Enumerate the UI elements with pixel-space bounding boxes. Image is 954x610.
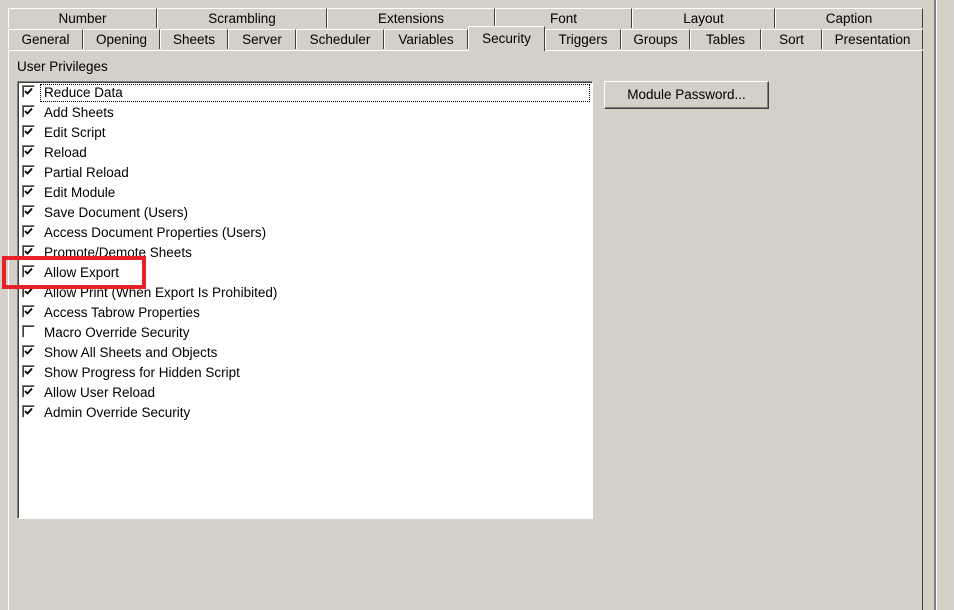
checked-checkbox[interactable] bbox=[22, 405, 35, 418]
privilege-row-allow-export[interactable]: Allow Export bbox=[20, 263, 590, 283]
privilege-label: Access Document Properties (Users) bbox=[44, 225, 267, 240]
privilege-row-promote-demote-sheets[interactable]: Promote/Demote Sheets bbox=[20, 243, 590, 263]
checkmark-icon bbox=[24, 127, 33, 135]
checked-checkbox[interactable] bbox=[22, 285, 35, 298]
privilege-row-save-document[interactable]: Save Document (Users) bbox=[20, 203, 590, 223]
privilege-label: Edit Script bbox=[44, 125, 106, 140]
checkmark-icon bbox=[24, 207, 33, 215]
tab-sheets[interactable]: Sheets bbox=[160, 29, 228, 49]
tab-security[interactable]: Security bbox=[468, 26, 545, 51]
privilege-row-show-all-sheets-and-objects[interactable]: Show All Sheets and Objects bbox=[20, 343, 590, 363]
checkmark-icon bbox=[24, 107, 33, 115]
checkmark-icon bbox=[24, 87, 33, 95]
privilege-row-allow-print[interactable]: Allow Print (When Export Is Prohibited) bbox=[20, 283, 590, 303]
privilege-label: Allow User Reload bbox=[44, 385, 156, 400]
checked-checkbox[interactable] bbox=[22, 305, 35, 318]
privilege-row-macro-override-security[interactable]: Macro Override Security bbox=[20, 323, 590, 343]
checkmark-icon bbox=[24, 367, 33, 375]
user-privileges-list[interactable]: Reduce Data Add Sheets Edit Script Reload Pa… bbox=[17, 81, 593, 519]
checked-checkbox[interactable] bbox=[22, 265, 35, 278]
checked-checkbox[interactable] bbox=[22, 165, 35, 178]
privilege-row-show-progress-hidden-script[interactable]: Show Progress for Hidden Script bbox=[20, 363, 590, 383]
tab-tables[interactable]: Tables bbox=[690, 29, 761, 49]
checked-checkbox[interactable] bbox=[22, 385, 35, 398]
checked-checkbox[interactable] bbox=[22, 365, 35, 378]
tab-sort[interactable]: Sort bbox=[761, 29, 822, 49]
tab-general[interactable]: General bbox=[8, 29, 83, 49]
privilege-row-access-tabrow-properties[interactable]: Access Tabrow Properties bbox=[20, 303, 590, 323]
tab-extensions[interactable]: Extensions bbox=[327, 8, 495, 28]
privilege-label: Promote/Demote Sheets bbox=[44, 245, 192, 260]
privilege-label: Add Sheets bbox=[44, 105, 114, 120]
checkmark-icon bbox=[24, 247, 33, 255]
tab-server[interactable]: Server bbox=[228, 29, 296, 49]
privilege-row-allow-user-reload[interactable]: Allow User Reload bbox=[20, 383, 590, 403]
privilege-focus-area bbox=[40, 264, 590, 282]
module-password-button[interactable]: Module Password... bbox=[604, 81, 769, 109]
privilege-label: Reduce Data bbox=[44, 85, 123, 100]
privilege-label: Show Progress for Hidden Script bbox=[44, 365, 240, 380]
privilege-label: Admin Override Security bbox=[44, 405, 191, 420]
checkmark-icon bbox=[24, 387, 33, 395]
checkmark-icon bbox=[24, 147, 33, 155]
privilege-label: Partial Reload bbox=[44, 165, 129, 180]
tab-opening[interactable]: Opening bbox=[83, 29, 160, 49]
privilege-label: Macro Override Security bbox=[44, 325, 190, 340]
privilege-label: Access Tabrow Properties bbox=[44, 305, 200, 320]
privilege-row-edit-module[interactable]: Edit Module bbox=[20, 183, 590, 203]
checkmark-icon bbox=[24, 407, 33, 415]
checkmark-icon bbox=[24, 347, 33, 355]
tab-groups[interactable]: Groups bbox=[621, 29, 690, 49]
window-edge bbox=[934, 0, 937, 610]
privilege-row-reduce-data[interactable]: Reduce Data bbox=[20, 83, 590, 103]
checked-checkbox[interactable] bbox=[22, 225, 35, 238]
privilege-label: Edit Module bbox=[44, 185, 116, 200]
tab-variables[interactable]: Variables bbox=[384, 29, 468, 49]
tab-number[interactable]: Number bbox=[8, 8, 157, 28]
tab-layout[interactable]: Layout bbox=[632, 8, 775, 28]
privilege-row-reload[interactable]: Reload bbox=[20, 143, 590, 163]
tab-presentation[interactable]: Presentation bbox=[822, 29, 923, 49]
privilege-focus-area bbox=[40, 144, 590, 162]
user-privileges-label: User Privileges bbox=[17, 59, 108, 74]
privilege-label: Save Document (Users) bbox=[44, 205, 189, 220]
tab-font[interactable]: Font bbox=[495, 8, 632, 28]
privilege-label: Reload bbox=[44, 145, 87, 160]
checkmark-icon bbox=[24, 167, 33, 175]
unchecked-checkbox[interactable] bbox=[22, 325, 35, 338]
checkmark-icon bbox=[24, 187, 33, 195]
privilege-row-admin-override-security[interactable]: Admin Override Security bbox=[20, 403, 590, 423]
checked-checkbox[interactable] bbox=[22, 105, 35, 118]
tab-caption[interactable]: Caption bbox=[775, 8, 923, 28]
tab-triggers[interactable]: Triggers bbox=[545, 29, 621, 49]
privilege-label: Show All Sheets and Objects bbox=[44, 345, 218, 360]
tab-scrambling[interactable]: Scrambling bbox=[157, 8, 327, 28]
privilege-row-partial-reload[interactable]: Partial Reload bbox=[20, 163, 590, 183]
privilege-row-add-sheets[interactable]: Add Sheets bbox=[20, 103, 590, 123]
checked-checkbox[interactable] bbox=[22, 205, 35, 218]
checked-checkbox[interactable] bbox=[22, 85, 35, 98]
checkmark-icon bbox=[24, 287, 33, 295]
checked-checkbox[interactable] bbox=[22, 245, 35, 258]
checkmark-icon bbox=[24, 267, 33, 275]
privilege-focus-area bbox=[40, 104, 590, 122]
checkmark-icon bbox=[24, 227, 33, 235]
privilege-row-edit-script[interactable]: Edit Script bbox=[20, 123, 590, 143]
checked-checkbox[interactable] bbox=[22, 125, 35, 138]
checked-checkbox[interactable] bbox=[22, 345, 35, 358]
checkmark-icon bbox=[24, 307, 33, 315]
privilege-focus-area bbox=[40, 124, 590, 142]
privilege-focus-area bbox=[40, 184, 590, 202]
privilege-label: Allow Export bbox=[44, 265, 120, 280]
privilege-row-access-document-properties[interactable]: Access Document Properties (Users) bbox=[20, 223, 590, 243]
tab-scheduler[interactable]: Scheduler bbox=[296, 29, 384, 49]
checked-checkbox[interactable] bbox=[22, 185, 35, 198]
privilege-label: Allow Print (When Export Is Prohibited) bbox=[44, 285, 278, 300]
checked-checkbox[interactable] bbox=[22, 145, 35, 158]
